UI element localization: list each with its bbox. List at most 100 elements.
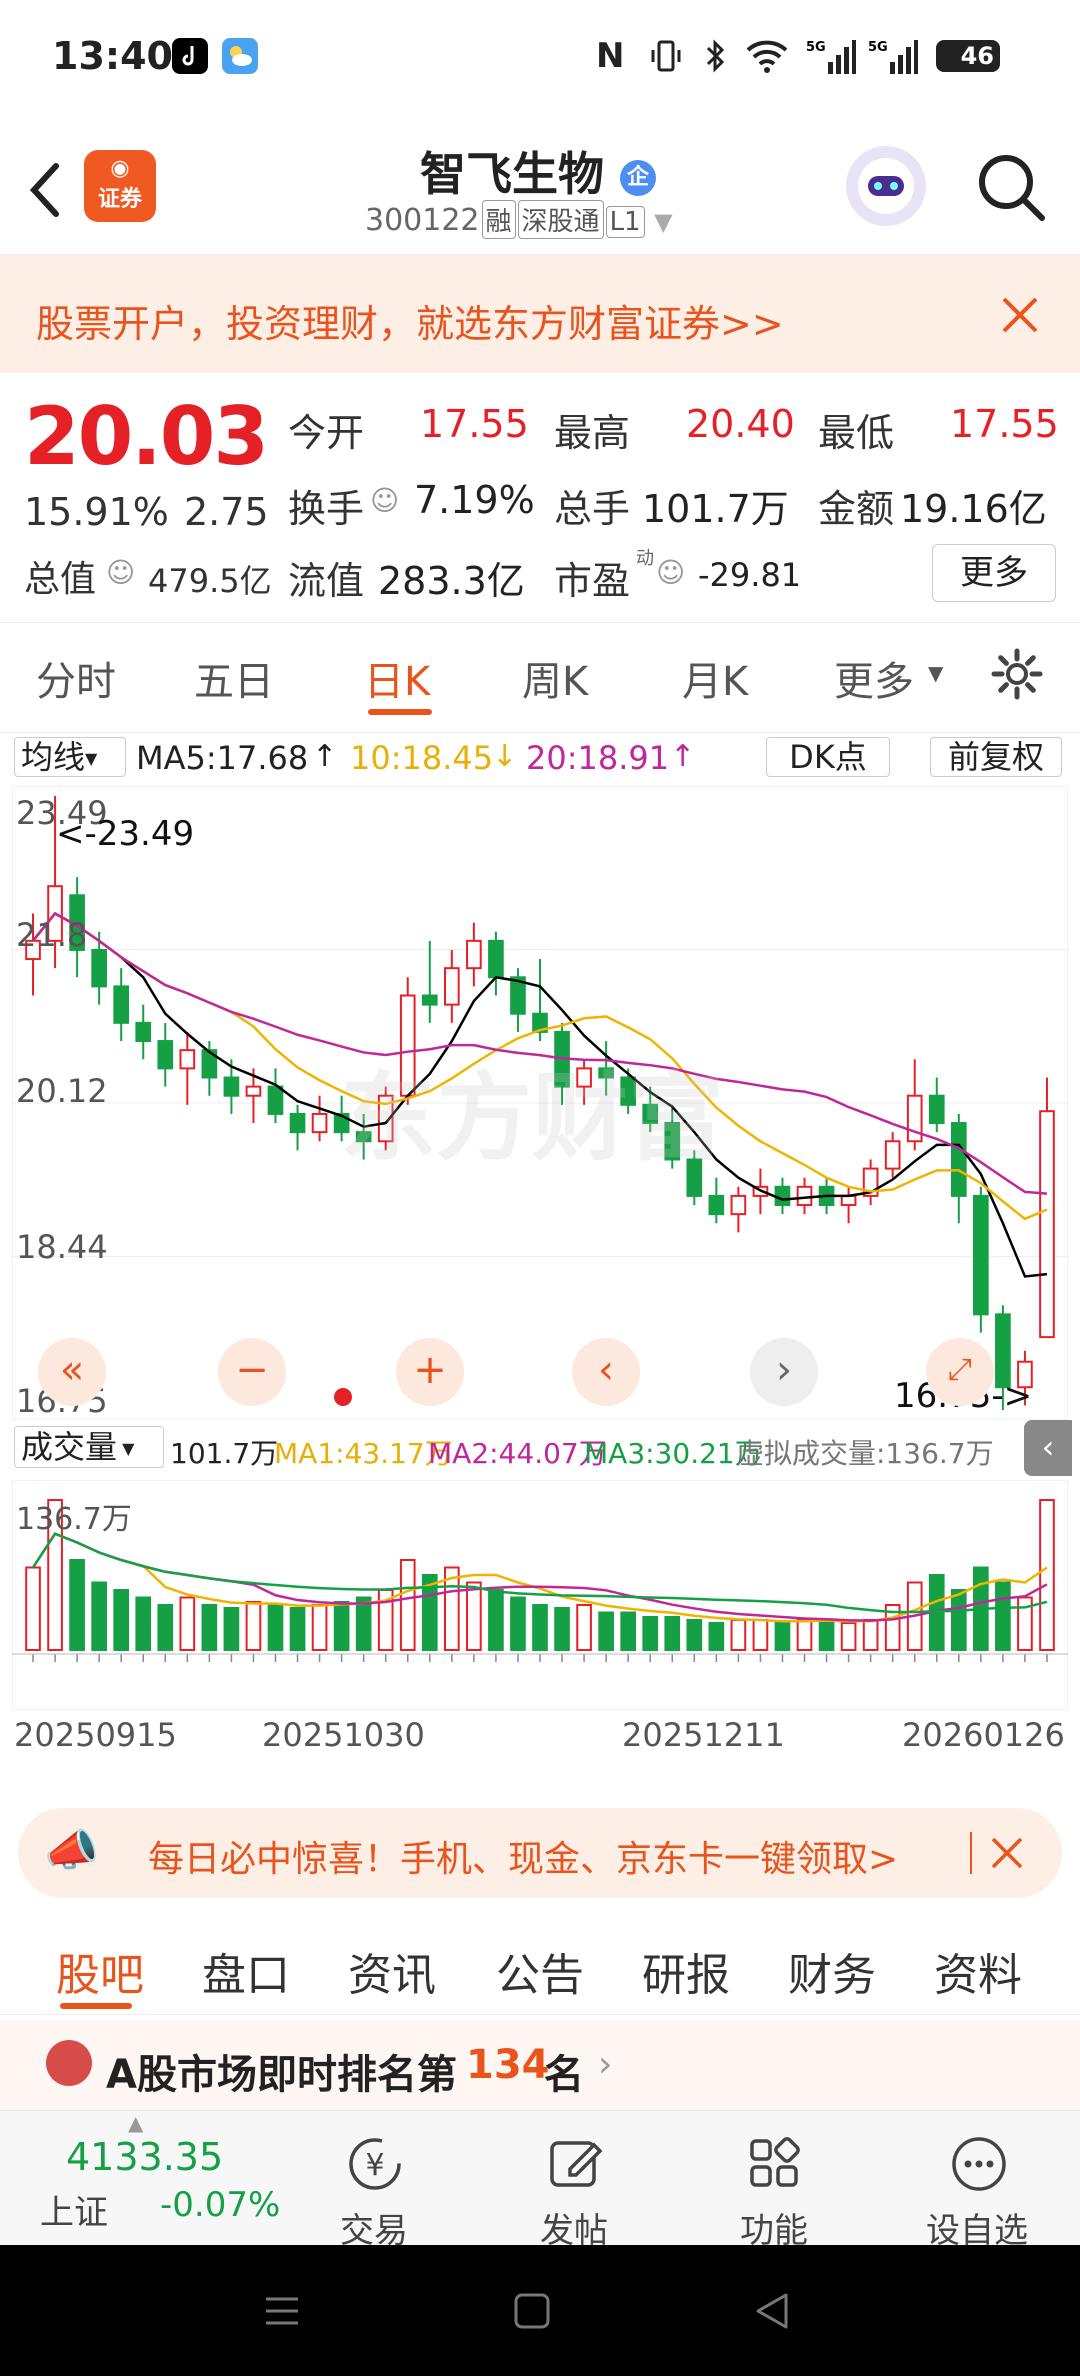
tab-guba[interactable]: 股吧 bbox=[56, 1939, 144, 2003]
active-tab-underline bbox=[368, 709, 432, 715]
info-icon: ☺ bbox=[370, 484, 400, 517]
nfc-icon: N bbox=[596, 36, 625, 76]
tab-intraday[interactable]: 分时 bbox=[36, 649, 116, 707]
volume-bar bbox=[818, 1619, 835, 1651]
volume-bar bbox=[752, 1619, 769, 1651]
trade-yen-icon: ¥ bbox=[349, 2138, 401, 2190]
tab-more[interactable]: 更多 bbox=[834, 649, 914, 707]
tab-five-day[interactable]: 五日 bbox=[194, 649, 274, 707]
home-icon[interactable] bbox=[512, 2291, 552, 2331]
volume-bar bbox=[488, 1589, 504, 1651]
volume-bar bbox=[245, 1601, 262, 1651]
svg-text:5G: 5G bbox=[806, 40, 826, 55]
volume-bar bbox=[796, 1619, 813, 1651]
system-nav-bar bbox=[0, 2245, 1080, 2376]
volume-value: 101.7万 bbox=[642, 487, 789, 531]
change-pct: 15.91% bbox=[24, 490, 169, 534]
candle-body bbox=[223, 1076, 240, 1097]
close-icon[interactable] bbox=[1000, 295, 1040, 335]
ma20-value: 20:18.91 bbox=[526, 739, 670, 777]
account-banner[interactable]: 股票开户，投资理财，就选东方财富证券>> bbox=[0, 255, 1080, 373]
chevron-right-icon: › bbox=[598, 2044, 613, 2085]
volume-bar bbox=[708, 1622, 725, 1651]
dk-point-button[interactable]: DK点 bbox=[766, 737, 890, 777]
scroll-right-button[interactable]: › bbox=[750, 1338, 818, 1406]
tab-research[interactable]: 研报 bbox=[642, 1939, 730, 2003]
volume-chart[interactable] bbox=[12, 1480, 1068, 1710]
candle-body bbox=[973, 1194, 989, 1316]
zoom-out-button[interactable]: − bbox=[218, 1338, 286, 1406]
settings-gear-icon[interactable] bbox=[990, 647, 1044, 701]
svg-text:¥: ¥ bbox=[365, 2148, 384, 2183]
promo-banner[interactable]: 📣 每日必中惊喜！手机、现金、京东卡一键领取> bbox=[18, 1808, 1062, 1898]
tab-news[interactable]: 资讯 bbox=[348, 1939, 436, 2003]
market-rank-row[interactable]: A股市场即时排名第 134 名 › bbox=[0, 2020, 1080, 2110]
bluetooth-icon bbox=[706, 39, 725, 73]
tab-announcements[interactable]: 公告 bbox=[496, 1939, 584, 2003]
watermark: 东方财富 bbox=[340, 1062, 724, 1174]
divider bbox=[970, 1832, 972, 1874]
robot-avatar[interactable] bbox=[846, 146, 926, 226]
ma-indicator-select[interactable]: 均线▼ bbox=[14, 737, 126, 777]
more-dropdown-icon: ▼ bbox=[928, 661, 944, 685]
tab-profile[interactable]: 资料 bbox=[934, 1939, 1022, 2003]
tab-finance[interactable]: 财务 bbox=[788, 1939, 876, 2003]
open-label: 今开 bbox=[288, 411, 365, 455]
zoom-in-button[interactable]: + bbox=[396, 1338, 464, 1406]
banner-text: 股票开户，投资理财，就选东方财富证券>> bbox=[36, 302, 784, 346]
volume-indicator-select[interactable]: 成交量 ▼ bbox=[14, 1426, 164, 1468]
realtime-dot bbox=[334, 1388, 352, 1406]
volume-bar bbox=[995, 1581, 1011, 1651]
candle-body bbox=[774, 1185, 791, 1207]
candle-body bbox=[950, 1122, 967, 1197]
low-label: 最低 bbox=[818, 411, 895, 455]
ma5-value: MA5:17.68 bbox=[136, 739, 309, 777]
rank-chart-icon bbox=[46, 2040, 92, 2086]
scroll-left-fast-button[interactable]: « bbox=[38, 1338, 106, 1406]
adjust-button[interactable]: 前复权 bbox=[930, 737, 1062, 777]
nav-functions[interactable]: 功能 bbox=[726, 2111, 826, 2251]
more-dots-icon bbox=[952, 2137, 1006, 2191]
search-icon[interactable] bbox=[974, 150, 1050, 226]
vol-ma2: MA2:44.07万 bbox=[428, 1437, 607, 1470]
volume-bar bbox=[840, 1622, 857, 1651]
index-ticker[interactable]: ▲ 4133.35 上证 -0.07% bbox=[0, 2111, 290, 2246]
nav-trade[interactable]: ¥ 交易 bbox=[326, 2111, 426, 2251]
signal-icon-2: 5G bbox=[868, 40, 918, 74]
stock-header: ◉ 证券 智飞生物 企 300122 融深股通 L1 ▼ bbox=[0, 120, 1080, 255]
dropdown-arrow-icon: ▼ bbox=[117, 1439, 135, 1458]
back-arrow-icon[interactable] bbox=[24, 160, 64, 220]
menu-icon[interactable] bbox=[262, 2291, 302, 2331]
candle-body bbox=[840, 1194, 857, 1207]
fullscreen-button[interactable]: ⤢ bbox=[926, 1338, 994, 1406]
stock-name: 智飞生物 bbox=[420, 147, 604, 201]
bottom-nav: ▲ 4133.35 上证 -0.07% ¥ 交易 发帖 功能 设自选 bbox=[0, 2110, 1080, 2251]
x-axis-dates: 20250915 20251030 20251211 20260126 bbox=[0, 1716, 1080, 1760]
edit-icon bbox=[550, 2141, 603, 2187]
turnover-value: 7.19% bbox=[414, 478, 535, 522]
tab-pankou[interactable]: 盘口 bbox=[202, 1939, 290, 2003]
nav-watchlist[interactable]: 设自选 bbox=[910, 2111, 1050, 2251]
close-icon[interactable] bbox=[990, 1836, 1024, 1870]
tab-monthly-k[interactable]: 月K bbox=[682, 649, 748, 707]
weather-icon bbox=[222, 38, 258, 74]
volume-bar bbox=[664, 1616, 681, 1651]
back-icon[interactable] bbox=[752, 2291, 792, 2331]
volume-bar bbox=[686, 1619, 703, 1651]
candle-body bbox=[421, 994, 438, 1006]
volume-bar bbox=[223, 1607, 240, 1651]
status-time: 13:40 bbox=[52, 34, 173, 78]
more-button[interactable]: 更多 bbox=[932, 544, 1056, 602]
stock-code-row[interactable]: 300122 融深股通 L1 ▼ bbox=[365, 200, 673, 239]
broker-logo[interactable]: ◉ 证券 bbox=[84, 150, 156, 222]
promo-text: 每日必中惊喜！手机、现金、京东卡一键领取> bbox=[148, 1839, 899, 1880]
tab-weekly-k[interactable]: 周K bbox=[522, 649, 588, 707]
status-bar: 13:40 N 5G 5G 46 bbox=[0, 0, 1080, 110]
scroll-left-button[interactable]: ‹ bbox=[572, 1338, 640, 1406]
nav-post[interactable]: 发帖 bbox=[526, 2111, 626, 2251]
volume-bar bbox=[598, 1611, 614, 1651]
stock-code: 300122 bbox=[365, 203, 480, 238]
dropdown-arrow-icon: ▼ bbox=[85, 749, 98, 768]
collapse-tab-button[interactable]: ‹ bbox=[1024, 1420, 1072, 1476]
tab-daily-k[interactable]: 日K bbox=[364, 649, 430, 707]
